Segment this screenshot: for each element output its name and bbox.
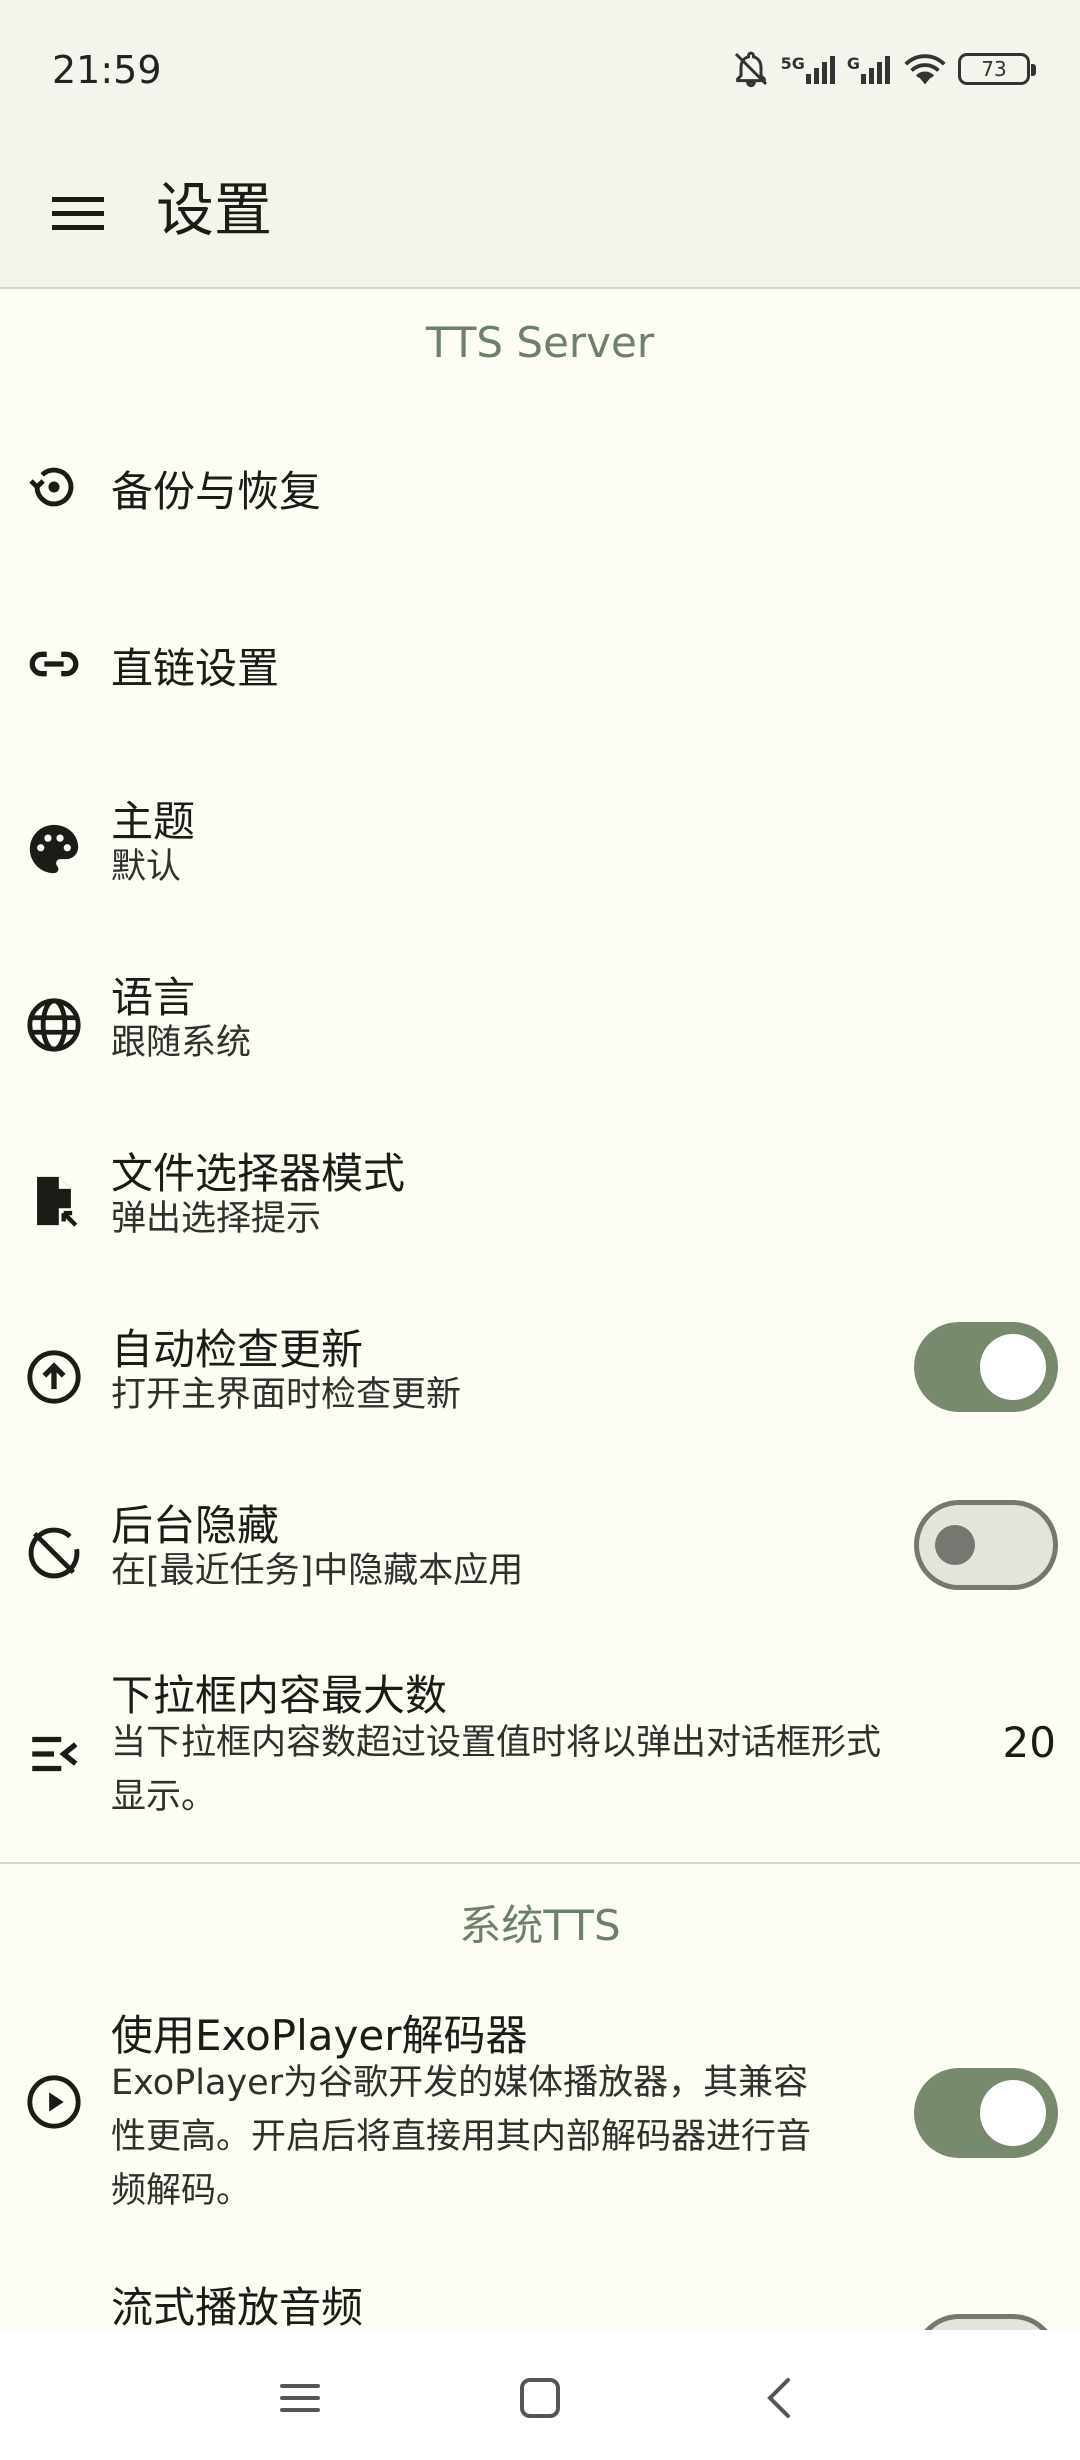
setting-stream-audio[interactable]: 流式播放音频 <box>0 2262 1080 2330</box>
setting-summary-line2: 性更高。开启后将直接用其内部解码器进行音 <box>111 2117 812 2157</box>
hide-icon <box>22 1521 86 1585</box>
menu-button[interactable] <box>40 175 116 251</box>
setting-title: 下拉框内容最大数 <box>111 1671 448 1720</box>
setting-language[interactable]: 语言 跟随系统 <box>0 946 1080 1106</box>
setting-summary-line1: ExoPlayer为谷歌开发的媒体播放器，其兼容 <box>111 2063 809 2103</box>
status-time: 21:59 <box>52 48 162 92</box>
section-divider <box>0 1862 1080 1864</box>
setting-direct-link[interactable]: 直链设置 <box>0 597 1080 732</box>
signal-5g-icon: 5G <box>781 54 837 84</box>
setting-backup-restore[interactable]: 备份与恢复 <box>0 420 1080 555</box>
bell-off-icon <box>731 49 771 89</box>
setting-title: 备份与恢复 <box>111 467 322 516</box>
globe-icon <box>22 993 86 1057</box>
app-bar-divider <box>0 287 1080 289</box>
network-5g-label: 5G <box>780 54 805 73</box>
setting-theme[interactable]: 主题 默认 <box>0 770 1080 930</box>
setting-summary-line2: 显示。 <box>111 1777 217 1817</box>
status-icons: 5G G 73 <box>731 44 1036 94</box>
setting-summary: 弹出选择提示 <box>111 1199 322 1239</box>
wifi-icon <box>902 51 948 87</box>
setting-title: 使用ExoPlayer解码器 <box>111 2011 528 2060</box>
list-collapse-icon <box>22 1722 86 1786</box>
home-button[interactable] <box>500 2358 580 2438</box>
setting-hide-in-recents[interactable]: 后台隐藏 在[最近任务]中隐藏本应用 <box>0 1474 1080 1634</box>
play-circle-icon <box>22 2070 86 2134</box>
setting-summary-line1: 当下拉框内容数超过设置值时将以弹出对话框形式 <box>111 1723 882 1763</box>
file-open-icon <box>22 1169 86 1233</box>
link-icon <box>22 632 86 696</box>
setting-use-exoplayer[interactable]: 使用ExoPlayer解码器 ExoPlayer为谷歌开发的媒体播放器，其兼容 … <box>0 1990 1080 2252</box>
setting-summary: 在[最近任务]中隐藏本应用 <box>111 1551 524 1591</box>
switch-knob <box>980 2080 1046 2146</box>
switch-knob <box>935 1525 975 1565</box>
battery-icon: 73 <box>958 53 1036 85</box>
section-header-tts-server: TTS Server <box>425 318 655 367</box>
setting-title: 直链设置 <box>111 644 280 693</box>
palette-icon <box>22 817 86 881</box>
back-button[interactable] <box>740 2358 820 2438</box>
setting-summary-line3: 频解码。 <box>111 2171 252 2211</box>
setting-summary: 跟随系统 <box>111 1023 252 1063</box>
section-header-system-tts: 系统TTS <box>459 1901 621 1950</box>
exoplayer-switch[interactable] <box>914 2068 1058 2158</box>
upload-circle-icon <box>22 1345 86 1409</box>
setting-title: 流式播放音频 <box>111 2283 364 2330</box>
stream-audio-switch[interactable] <box>914 2314 1058 2330</box>
page-title: 设置 <box>156 176 273 244</box>
square-icon <box>520 2378 560 2418</box>
switch-knob <box>980 1334 1046 1400</box>
setting-dropdown-max-count[interactable]: 下拉框内容最大数 当下拉框内容数超过设置值时将以弹出对话框形式 显示。 20 <box>0 1650 1080 1860</box>
setting-auto-update-check[interactable]: 自动检查更新 打开主界面时检查更新 <box>0 1298 1080 1458</box>
setting-summary: 默认 <box>111 847 182 887</box>
hamburger-icon <box>52 197 104 230</box>
setting-value: 20 <box>1002 1718 1056 1767</box>
recents-button[interactable] <box>260 2358 340 2438</box>
hide-in-recents-switch[interactable] <box>914 1500 1058 1590</box>
setting-summary: 打开主界面时检查更新 <box>111 1375 462 1415</box>
system-nav-bar <box>0 2330 1080 2460</box>
setting-file-picker-mode[interactable]: 文件选择器模式 弹出选择提示 <box>0 1122 1080 1282</box>
auto-update-switch[interactable] <box>914 1322 1058 1412</box>
battery-level: 73 <box>981 57 1007 81</box>
chevron-left-icon <box>767 2378 790 2418</box>
status-bar: 21:59 5G G 73 <box>0 0 1080 135</box>
backup-restore-icon <box>22 455 86 519</box>
settings-screen: 21:59 5G G 73 设置 TTS Server 备份与恢复 直链设置 主… <box>0 0 1080 2460</box>
signal-g-icon: G <box>847 54 892 84</box>
menu-lines-icon <box>280 2384 320 2412</box>
network-g-label: G <box>846 54 860 73</box>
app-bar: 设置 <box>0 135 1080 287</box>
